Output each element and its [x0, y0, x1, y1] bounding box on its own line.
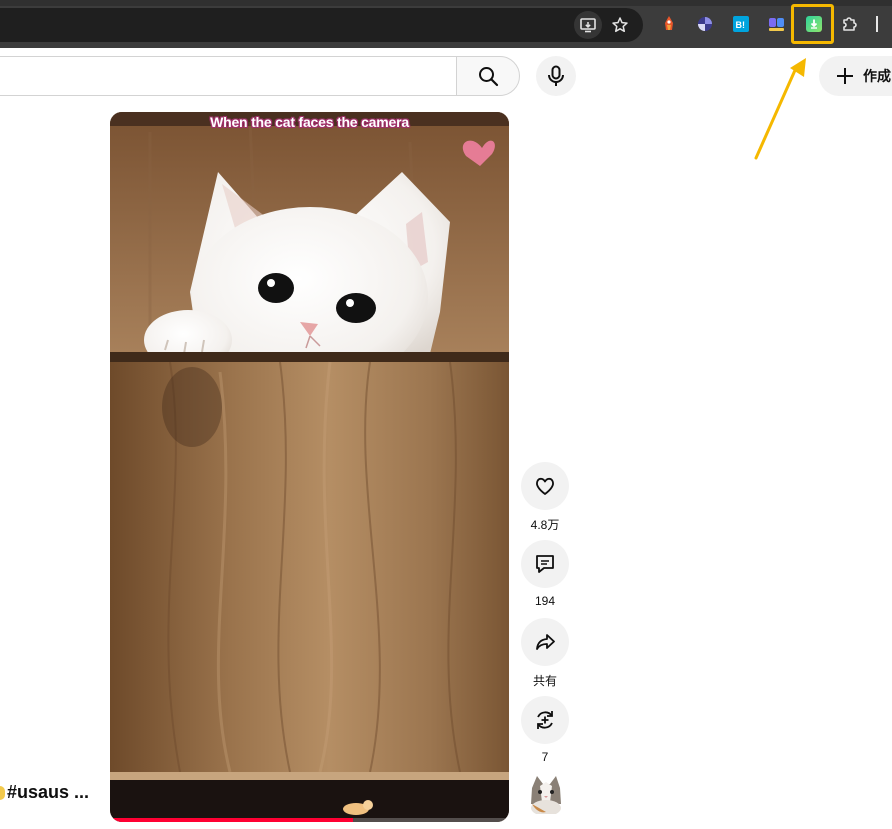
remix-count: 7 — [541, 750, 549, 764]
extension-people-icon[interactable] — [765, 12, 789, 36]
microphone-icon — [548, 65, 564, 86]
browser-toolbar: B! — [0, 0, 892, 48]
video-progress-fill — [110, 818, 354, 822]
like-count: 4.8万 — [530, 518, 560, 532]
bookmark-star-icon[interactable] — [606, 11, 634, 39]
share-arrow-icon — [536, 634, 555, 650]
title-emoji-icon — [0, 786, 5, 800]
extension-rocket-icon[interactable] — [657, 12, 681, 36]
annotation-arrow — [754, 58, 806, 160]
toolbar-divider — [876, 16, 878, 32]
voice-search-button[interactable] — [536, 56, 576, 96]
remix-icon — [537, 711, 553, 729]
address-bar[interactable] — [0, 8, 643, 42]
remix-button[interactable] — [521, 696, 569, 744]
video-frame — [110, 112, 509, 822]
heart-icon — [536, 477, 554, 495]
extension-downloader-icon[interactable] — [802, 12, 826, 36]
comment-count: 194 — [534, 594, 556, 608]
comments-button[interactable] — [521, 540, 569, 588]
extension-circle-icon[interactable] — [693, 12, 717, 36]
create-button-label: 作成 — [863, 68, 891, 84]
extensions-puzzle-icon[interactable] — [838, 12, 862, 36]
tab-strip — [0, 0, 892, 6]
install-app-icon[interactable] — [574, 11, 602, 39]
svg-text:B!: B! — [736, 20, 746, 30]
shorts-video-player[interactable]: When the cat faces the camera — [110, 112, 509, 822]
extension-hatena-bookmark-icon[interactable]: B! — [729, 12, 753, 36]
create-button[interactable]: 作成 — [819, 56, 892, 96]
video-title[interactable]: #usaus ... — [7, 782, 89, 803]
video-progress-bar[interactable] — [110, 818, 509, 822]
video-caption: When the cat faces the camera — [210, 114, 409, 130]
share-button[interactable] — [521, 618, 569, 666]
channel-avatar[interactable] — [528, 774, 564, 814]
plus-icon — [837, 68, 853, 84]
comment-icon — [536, 555, 554, 573]
search-button[interactable] — [456, 56, 520, 96]
avatar-cat-image — [528, 774, 564, 814]
share-label: 共有 — [532, 674, 557, 688]
search-icon — [479, 67, 499, 87]
search-input[interactable] — [0, 56, 457, 96]
like-button[interactable] — [521, 462, 569, 510]
